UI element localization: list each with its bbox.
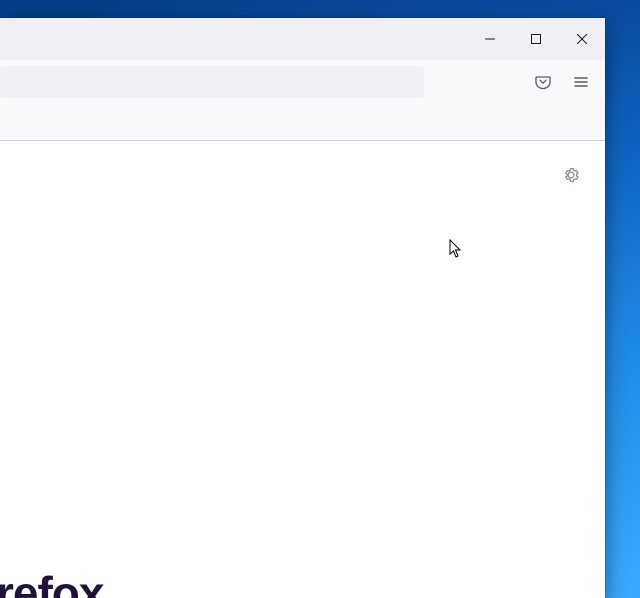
- browser-window: refox: [0, 18, 605, 598]
- pocket-button[interactable]: [527, 66, 559, 98]
- window-controls: [467, 18, 605, 60]
- firefox-wordmark: refox: [0, 566, 103, 598]
- pocket-icon: [535, 74, 551, 90]
- app-menu-button[interactable]: [565, 66, 597, 98]
- minimize-icon: [485, 34, 495, 44]
- close-icon: [577, 34, 587, 44]
- personalize-newtab-button[interactable]: [557, 161, 585, 189]
- address-bar[interactable]: [0, 66, 424, 98]
- hamburger-icon: [573, 74, 589, 90]
- newtab-content: refox: [0, 141, 605, 598]
- minimize-button[interactable]: [467, 18, 513, 60]
- navigation-toolbar: [0, 60, 605, 104]
- titlebar[interactable]: [0, 18, 605, 60]
- maximize-button[interactable]: [513, 18, 559, 60]
- maximize-icon: [531, 34, 541, 44]
- bookmarks-toolbar: [0, 104, 605, 140]
- close-button[interactable]: [559, 18, 605, 60]
- gear-icon: [562, 166, 580, 184]
